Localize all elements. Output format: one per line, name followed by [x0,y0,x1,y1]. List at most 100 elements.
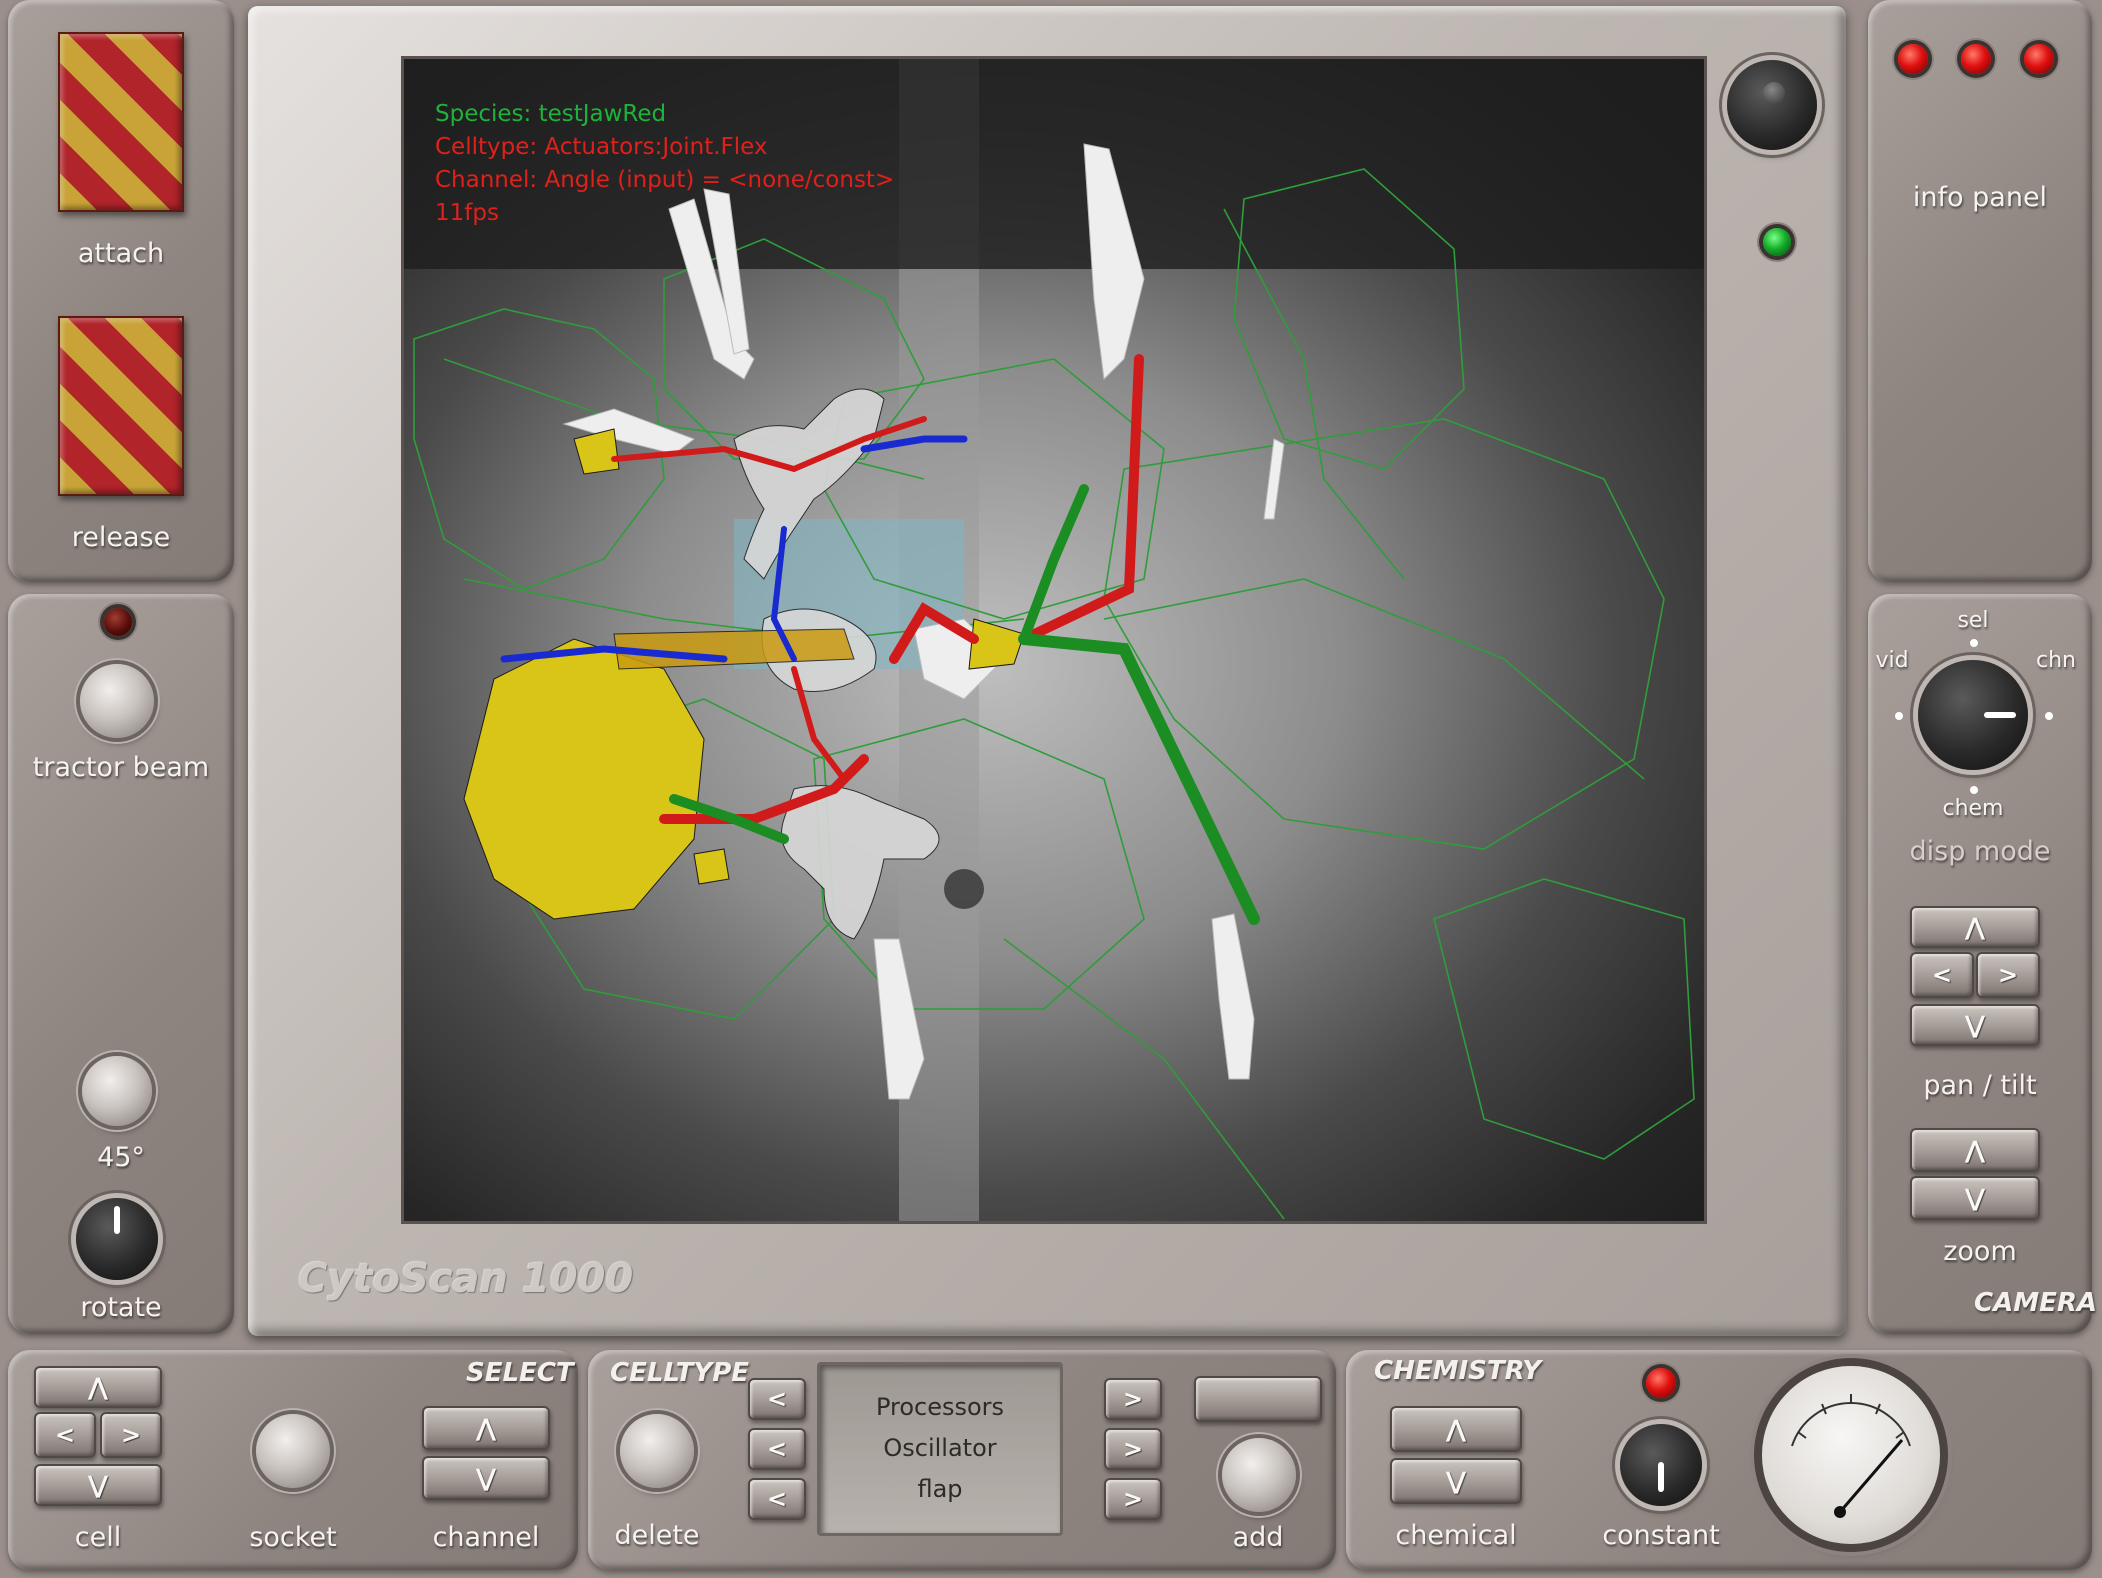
tractor-beam-led [104,608,132,636]
cell-up-button[interactable]: ⋀ [34,1366,162,1408]
constant-gauge [1762,1366,1940,1544]
pan-up-button[interactable]: ⋀ [1910,906,2040,948]
select-label: SELECT [466,1358,574,1388]
tractor-beam-button[interactable] [80,664,154,738]
channel-down-button[interactable]: ⋁ [422,1456,550,1500]
hull-lower-right [1433,878,1695,1160]
disp-chn-tick [2045,712,2053,720]
monitor-knob-cap [1763,82,1785,104]
gauge-pivot [1834,1506,1846,1518]
disp-mode-knob[interactable] [1918,660,2028,770]
green-line-right [1018,633,1260,925]
monitor-knob[interactable] [1727,60,1817,150]
cell-label: cell [74,1522,122,1553]
angle-value: 45° [97,1142,145,1173]
rotate-label: rotate [80,1292,162,1323]
gauge-needle [1838,1439,1904,1513]
right-top-panel [1868,0,2092,582]
celltype-display: Processors Oscillator flap [817,1362,1063,1536]
constant-label: constant [1602,1520,1720,1551]
pan-right-button[interactable]: > [1976,952,2040,998]
release-label: release [71,522,171,553]
delete-button[interactable] [620,1414,694,1488]
hull-upper-left [413,308,665,590]
zoom-in-button[interactable]: ⋀ [1910,1128,2040,1172]
disp-chem-label: chem [1942,796,2004,821]
power-led [1763,228,1791,256]
disp-vid-label: vid [1875,648,1909,673]
cell-down-button[interactable]: ⋁ [34,1464,162,1506]
add-bar-button[interactable] [1194,1376,1322,1422]
creature-wireframe-view [404,59,1704,1221]
pan-tilt-label: pan / tilt [1923,1070,2037,1101]
celltype-prev-3-button[interactable]: < [748,1478,806,1520]
disp-chn-label: chn [2036,648,2076,673]
release-button[interactable] [58,316,184,496]
socket-button[interactable] [256,1414,330,1488]
cell-left-button[interactable]: < [34,1412,96,1458]
disp-sel-label: sel [1957,608,1989,633]
celltype-prev-1-button[interactable]: < [748,1378,806,1420]
angle-button[interactable] [82,1056,152,1126]
disp-mode-knob-indicator [1984,712,2016,718]
yellow-cone-left [573,428,620,475]
attach-label: attach [77,238,165,269]
sphere-shape [944,869,984,909]
celltype-label: CELLTYPE [610,1358,750,1388]
disp-vid-tick [1895,712,1903,720]
add-label: add [1232,1522,1284,1553]
hud-celltype: Celltype: Actuators:Joint.Flex [435,134,768,160]
channel-up-button[interactable]: ⋀ [422,1406,550,1450]
celltype-category: Processors [875,1393,1005,1421]
gauge-tick-1 [1797,1431,1807,1439]
constant-knob-indicator [1658,1462,1664,1492]
channel-label: channel [432,1522,540,1553]
disp-sel-tick [1970,639,1978,647]
yellow-ball [463,638,705,920]
yellow-cone-right [968,618,1025,670]
add-button[interactable] [1222,1438,1296,1512]
zoom-out-button[interactable]: ⋁ [1910,1176,2040,1220]
rotate-knob-indicator [114,1206,120,1234]
brand-label: CytoScan 1000 [298,1256,634,1302]
celltype-next-1-button[interactable]: > [1104,1378,1162,1420]
yellow-cone-lower [693,848,730,885]
limb-right-lower [1211,913,1255,1080]
limb-small [1263,438,1285,520]
chemistry-label: CHEMISTRY [1374,1356,1542,1386]
dark-band [404,59,1704,269]
status-led-2 [1961,44,1991,74]
constant-led [1646,1368,1676,1398]
socket-label: socket [249,1522,337,1553]
pan-left-button[interactable]: < [1910,952,1974,998]
celltype-next-2-button[interactable]: > [1104,1428,1162,1470]
celltype-variant: flap [917,1475,963,1503]
cell-right-button[interactable]: > [100,1412,162,1458]
disp-mode-label: disp mode [1909,836,2051,867]
viewport-3d[interactable]: Species: testJawRed Celltype: Actuators:… [401,56,1707,1224]
status-led-1 [1898,44,1928,74]
tractor-beam-label: tractor beam [32,752,210,783]
gauge-arc [1791,1402,1911,1447]
celltype-prev-2-button[interactable]: < [748,1428,806,1470]
hud-species: Species: testJawRed [435,101,667,127]
zoom-label: zoom [1943,1236,2017,1267]
celltype-family: Oscillator [883,1434,997,1462]
gauge-face [1791,1394,1911,1518]
status-led-3 [2024,44,2054,74]
disp-chem-tick [1970,786,1978,794]
constant-knob[interactable] [1620,1424,1702,1506]
hud-fps: 11fps [435,200,499,226]
delete-label: delete [614,1520,700,1551]
celltype-next-3-button[interactable]: > [1104,1478,1162,1520]
info-panel-label[interactable]: info panel [1868,182,2092,213]
chemical-up-button[interactable]: ⋀ [1390,1406,1522,1452]
rotate-knob[interactable] [76,1198,158,1280]
attach-button[interactable] [58,32,184,212]
wire-strand-3 [1103,578,1645,780]
gauge-tick-5 [1895,1431,1905,1439]
hud-channel: Channel: Angle (input) = <none/const> [435,167,895,193]
camera-label: CAMERA [1974,1288,2097,1318]
chemical-down-button[interactable]: ⋁ [1390,1458,1522,1504]
pan-down-button[interactable]: ⋁ [1910,1004,2040,1046]
